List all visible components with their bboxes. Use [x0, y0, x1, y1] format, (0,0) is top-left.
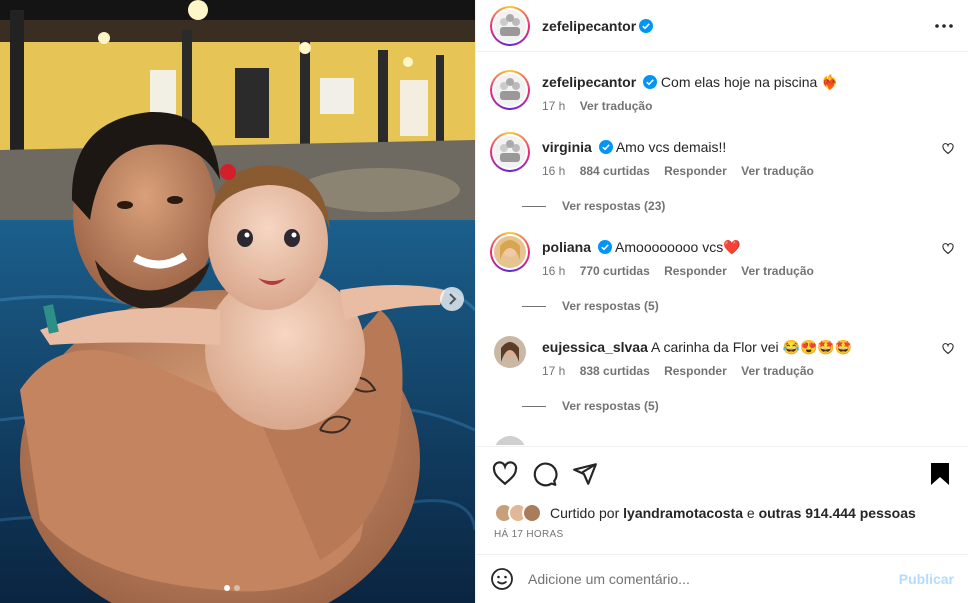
comment-reply-button[interactable]: Responder — [664, 264, 727, 278]
post-time[interactable]: HÁ 17 HORAS — [494, 529, 563, 540]
heart-outline-icon — [942, 343, 954, 355]
instagram-post-modal: zefelipecantor zefelipecantor Com elas h… — [0, 0, 968, 603]
chevron-right-icon — [449, 293, 457, 305]
comment-reply-button[interactable]: Responder — [664, 364, 727, 378]
comment-text: Amoooooooo vcs❤️ — [615, 239, 741, 255]
liked-by-user[interactable]: lyandramotacosta — [623, 505, 743, 521]
bookmark-icon — [931, 463, 949, 485]
emoji-picker-button[interactable] — [490, 567, 514, 591]
comments-list[interactable]: zefelipecantor Com elas hoje na piscina … — [476, 56, 968, 445]
comment-item: eujessica_slvaa A carinha da Flor vei 😂😍… — [490, 332, 954, 422]
carousel-dots — [224, 585, 240, 591]
post-details-panel: zefelipecantor zefelipecantor Com elas h… — [475, 0, 968, 603]
caption-text: Com elas hoje na piscina — [660, 74, 818, 90]
caption-time[interactable]: 17 h — [542, 99, 565, 113]
verified-badge-icon — [643, 75, 658, 89]
profile-photo-icon — [500, 240, 520, 260]
comment-username[interactable]: virginia — [542, 139, 592, 155]
comment-translate-link[interactable]: Ver tradução — [741, 264, 814, 278]
comment-translate-link[interactable]: Ver tradução — [741, 164, 814, 178]
heart-outline-icon — [942, 143, 954, 155]
save-button[interactable] — [928, 461, 952, 490]
more-options-button[interactable] — [932, 14, 956, 41]
author-username[interactable]: zefelipecantor — [542, 18, 636, 34]
comment-item: virginia Amo vcs demais!! 16 h 884 curti… — [490, 132, 954, 222]
carousel-dot — [234, 585, 240, 591]
comment-avatar[interactable] — [490, 232, 530, 272]
likes-count[interactable]: outras 914.444 pessoas — [759, 505, 916, 521]
send-icon — [573, 463, 597, 485]
caption-avatar[interactable] — [490, 70, 530, 110]
comment-button[interactable] — [532, 461, 558, 490]
comment-text: A carinha da Flor vei 😂😍🤩🤩 — [651, 339, 853, 355]
comment-icon — [533, 462, 558, 487]
comment-text: Amo vcs demais!! — [615, 139, 727, 155]
comment-like-button[interactable] — [942, 342, 954, 358]
caption-translate-link[interactable]: Ver tradução — [580, 99, 653, 113]
comment-likes[interactable]: 884 curtidas — [580, 164, 650, 178]
carousel-dot-active — [224, 585, 230, 591]
post-actions: Curtido por lyandramotacosta e outras 91… — [476, 446, 968, 554]
carousel-next-button[interactable] — [440, 287, 464, 311]
cartoon-avatar-icon — [500, 13, 520, 36]
share-button[interactable] — [572, 461, 598, 490]
liked-by-avatars — [494, 503, 542, 523]
comment-translate-link[interactable]: Ver tradução — [741, 364, 814, 378]
like-button[interactable] — [492, 461, 518, 490]
comment-username[interactable]: poliana — [542, 239, 591, 255]
comment-time[interactable]: 17 h — [542, 364, 565, 378]
comment-reply-button[interactable]: Responder — [664, 164, 727, 178]
profile-photo-icon — [501, 342, 519, 362]
likes-middle: e — [746, 505, 755, 521]
smiley-icon — [491, 568, 513, 590]
caption-emoji: ❤️‍🔥 — [821, 74, 839, 90]
comment-item: poliana Amoooooooo vcs❤️ 16 h 770 curtid… — [490, 232, 954, 322]
more-horizontal-icon — [935, 24, 953, 28]
comment-input[interactable] — [528, 571, 899, 587]
comment-likes[interactable]: 838 curtidas — [580, 364, 650, 378]
comment-avatar-partial — [494, 436, 526, 445]
likes-prefix: Curtido por — [550, 505, 620, 521]
verified-badge-icon — [597, 240, 612, 254]
comment-like-button[interactable] — [942, 142, 954, 158]
view-replies-button[interactable]: Ver respostas (5) — [522, 299, 659, 313]
author-avatar[interactable] — [490, 5, 530, 46]
caption-username[interactable]: zefelipecantor — [542, 74, 636, 90]
comment-username[interactable]: eujessica_slvaa — [542, 339, 648, 355]
comment-time[interactable]: 16 h — [542, 264, 565, 278]
verified-badge-icon — [598, 140, 613, 154]
verified-badge-icon — [639, 18, 654, 33]
photo-image — [0, 0, 475, 603]
post-photo[interactable] — [0, 0, 475, 603]
comment-avatar[interactable] — [490, 132, 530, 172]
comment-avatar[interactable] — [490, 332, 530, 372]
publish-button[interactable]: Publicar — [899, 571, 954, 587]
avatar — [522, 503, 542, 523]
comment-likes[interactable]: 770 curtidas — [580, 264, 650, 278]
cartoon-avatar-icon — [500, 140, 520, 162]
cartoon-avatar-icon — [500, 78, 520, 100]
heart-outline-icon — [942, 243, 954, 255]
comment-composer: Publicar — [476, 554, 968, 603]
caption-row: zefelipecantor Com elas hoje na piscina … — [490, 70, 954, 120]
view-replies-button[interactable]: Ver respostas (23) — [522, 199, 665, 213]
comment-time[interactable]: 16 h — [542, 164, 565, 178]
likes-summary[interactable]: Curtido por lyandramotacosta e outras 91… — [494, 503, 916, 523]
comment-like-button[interactable] — [942, 242, 954, 258]
heart-icon — [492, 461, 518, 486]
post-header: zefelipecantor — [476, 0, 968, 52]
view-replies-button[interactable]: Ver respostas (5) — [522, 399, 659, 413]
